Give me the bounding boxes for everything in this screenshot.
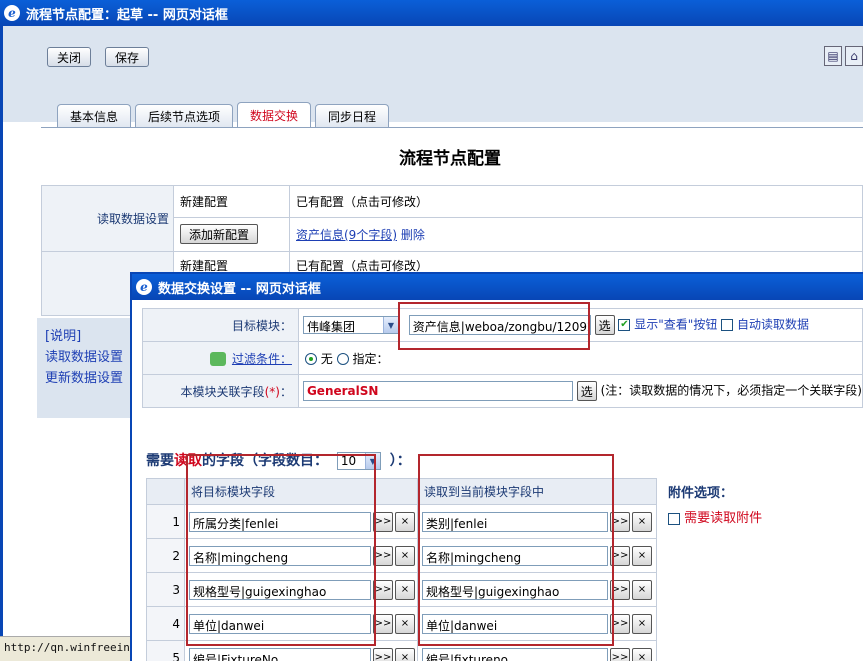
tab-data-exchange[interactable]: 数据交换 <box>237 102 312 128</box>
filter-specify-radio[interactable] <box>336 353 349 365</box>
delete-config-link[interactable]: 删除 <box>401 228 425 242</box>
auto-read-label: 自动读取数据 <box>736 317 809 332</box>
filter-none-label: 无 <box>320 351 333 366</box>
clear-button[interactable]: × <box>395 511 415 532</box>
show-view-button-checkbox[interactable]: ✔ <box>618 319 631 331</box>
new-config-header: 新建配置 <box>173 185 290 218</box>
target-module-label: 目标模块： <box>142 308 299 342</box>
explain-links: [说明] 读取数据设置 更新数据设置 <box>45 326 123 389</box>
tab-bar: 基本信息 后续节点选项 数据交换 同步日程 <box>57 102 390 128</box>
read-attachment-checkbox[interactable] <box>668 512 680 525</box>
page-title: 流程节点配置 <box>399 149 501 169</box>
group-select-value: 伟峰集团 <box>306 320 355 334</box>
filter-specify-label: 指定： <box>352 351 389 366</box>
tab-next-node-options[interactable]: 后续节点选项 <box>135 104 234 128</box>
row-index: 3 <box>146 572 185 607</box>
row-index: 1 <box>146 504 185 539</box>
status-bar: http://qn.winfreeinfo <box>0 636 143 661</box>
group-select[interactable]: 伟峰集团 ▼ <box>302 316 399 334</box>
highlight-box-target-fields <box>418 454 614 646</box>
read-attachment-label: 需要读取附件 <box>684 511 763 526</box>
move-button[interactable]: >> <box>373 511 393 532</box>
auto-read-checkbox[interactable] <box>721 319 734 331</box>
corner-icons: ▤ ⌂ <box>824 46 863 66</box>
fields-heading-end: ）： <box>389 453 411 469</box>
update-settings-link[interactable]: 更新数据设置 <box>45 368 123 389</box>
save-button[interactable]: 保存 <box>105 47 149 67</box>
attachment-options: 附件选项： 需要读取附件 <box>668 482 762 526</box>
row-index: 2 <box>146 538 185 573</box>
row-index: 5 <box>146 640 185 661</box>
tab-sync-schedule[interactable]: 同步日程 <box>315 104 390 128</box>
row-index: 4 <box>146 606 185 641</box>
clear-button[interactable]: × <box>632 647 652 661</box>
show-view-button-label: 显示"查看"按钮 <box>634 317 718 332</box>
clear-button[interactable]: × <box>632 613 652 634</box>
dialog-body: 目标模块： 伟峰集团 ▼ 资产信息|weboa/zongbu/1209270 选… <box>132 300 863 661</box>
read-section-label: 读取数据设置 <box>41 185 174 252</box>
key-field-note: (注：读取数据的情况下，必须指定一个关联字段) <box>600 383 862 398</box>
move-button[interactable]: >> <box>610 647 630 661</box>
clear-button[interactable]: × <box>395 647 415 661</box>
clear-button[interactable]: × <box>632 511 652 532</box>
ie-icon: e <box>136 279 152 295</box>
dialog-titlebar: e 数据交换设置 -- 网页对话框 <box>132 274 863 300</box>
close-button[interactable]: 关闭 <box>47 47 91 67</box>
read-settings-link[interactable]: 读取数据设置 <box>45 347 123 368</box>
target-field-input[interactable]: 编号|fixtureno <box>422 647 608 661</box>
outer-window-titlebar: e 流程节点配置：起草 -- 网页对话框 <box>0 0 863 26</box>
highlight-box-target-module <box>398 302 590 350</box>
source-field-input[interactable]: 编号|FixtureNo <box>189 647 371 661</box>
filter-link[interactable]: 过滤条件： <box>232 352 292 366</box>
clear-button[interactable]: × <box>632 545 652 566</box>
clear-button[interactable]: × <box>395 579 415 600</box>
attachment-options-title: 附件选项： <box>668 486 734 501</box>
outer-window-title: 流程节点配置：起草 -- 网页对话框 <box>26 7 228 23</box>
dialog-title: 数据交换设置 -- 网页对话框 <box>158 281 321 297</box>
data-exchange-dialog: e 数据交换设置 -- 网页对话框 目标模块： 伟峰集团 ▼ 资产信息|webo… <box>130 272 863 661</box>
explain-link[interactable]: [说明] <box>45 326 123 347</box>
tab-basic-info[interactable]: 基本信息 <box>57 104 132 128</box>
key-field-label: 本模块关联字段 <box>180 384 265 399</box>
highlight-box-source-fields <box>186 454 376 646</box>
move-button[interactable]: >> <box>373 647 393 661</box>
existing-config-link[interactable]: 资产信息(9个字段) <box>296 228 397 242</box>
move-button[interactable]: >> <box>373 579 393 600</box>
clear-button[interactable]: × <box>632 579 652 600</box>
tab-divider <box>41 127 863 128</box>
required-marker: (*) <box>264 384 280 399</box>
existing-config-header: 已有配置（点击可修改） <box>289 185 863 218</box>
move-button[interactable]: >> <box>373 545 393 566</box>
document-icon[interactable]: ▤ <box>824 46 842 66</box>
key-field-colon: ： <box>279 384 292 399</box>
fields-heading-prefix: 需要 <box>146 453 174 469</box>
ie-icon: e <box>4 5 20 21</box>
key-field-input[interactable]: GeneralSN <box>302 381 573 401</box>
clear-button[interactable]: × <box>395 545 415 566</box>
clear-button[interactable]: × <box>395 613 415 634</box>
add-config-button[interactable]: 添加新配置 <box>180 224 259 245</box>
chevron-down-icon: ▼ <box>382 317 398 333</box>
select-key-field-button[interactable]: 选 <box>576 381 597 401</box>
filter-icon <box>210 352 227 366</box>
select-module-button[interactable]: 选 <box>594 315 615 335</box>
home-icon[interactable]: ⌂ <box>845 46 863 66</box>
filter-none-radio[interactable] <box>304 353 317 365</box>
move-button[interactable]: >> <box>373 613 393 634</box>
